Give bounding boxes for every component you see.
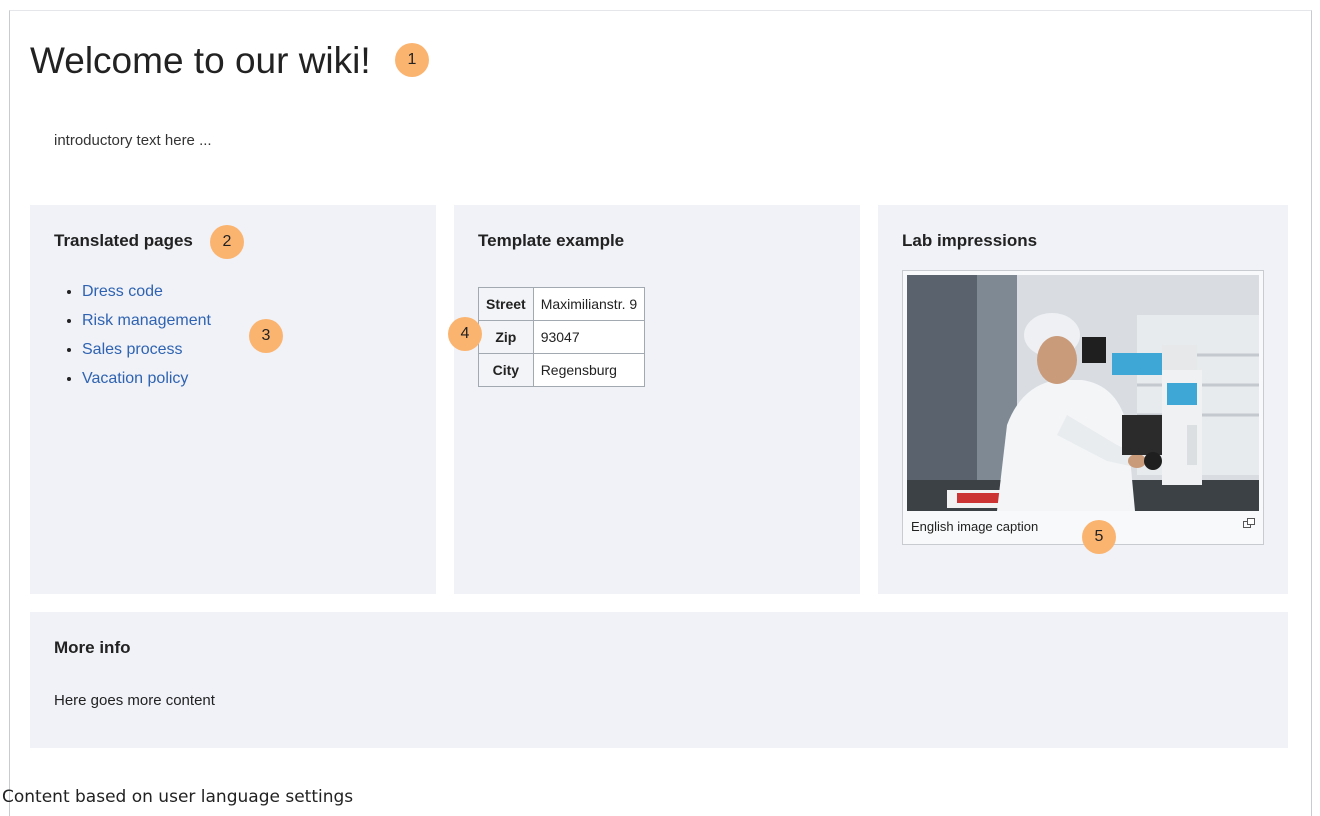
table-value-street: Maximilianstr. 9 <box>532 287 646 321</box>
translated-pages-list: Dress code Risk management Sales process… <box>62 277 211 393</box>
more-info-text: Here goes more content <box>54 692 215 709</box>
table-row: Street Maximilianstr. 9 <box>478 287 646 321</box>
template-table: Street Maximilianstr. 9 Zip 93047 City R… <box>478 287 646 387</box>
list-item: Sales process <box>82 335 211 364</box>
callout-marker-4: 4 <box>448 317 482 351</box>
table-value-city: Regensburg <box>532 353 646 387</box>
lab-photo[interactable] <box>907 275 1259 511</box>
translated-pages-heading: Translated pages <box>54 231 193 250</box>
callout-marker-1: 1 <box>395 43 429 77</box>
template-example-panel: Template example Street Maximilianstr. 9… <box>448 205 860 594</box>
link-sales-process[interactable]: Sales process <box>82 341 183 358</box>
table-key-zip: Zip <box>478 320 534 354</box>
list-item: Dress code <box>82 277 211 306</box>
image-thumbnail: English image caption <box>902 270 1264 545</box>
table-key-city: City <box>478 353 534 387</box>
table-row: Zip 93047 <box>478 320 646 354</box>
more-info-panel: More info Here goes more content <box>30 612 1288 748</box>
lab-impressions-heading: Lab impressions <box>902 231 1038 250</box>
list-item: Vacation policy <box>82 364 211 393</box>
table-row: City Regensburg <box>478 353 646 387</box>
intro-text: introductory text here ... <box>54 132 212 149</box>
table-key-street: Street <box>478 287 534 321</box>
page-title: Welcome to our wiki! <box>30 39 371 83</box>
figure-caption: Content based on user language settings <box>2 787 354 807</box>
list-item: Risk management <box>82 306 211 335</box>
enlarge-icon[interactable] <box>1243 518 1255 528</box>
image-caption: English image caption <box>911 519 1039 534</box>
callout-marker-2: 2 <box>210 225 244 259</box>
page-title-text: Welcome to our wiki! <box>30 40 371 81</box>
wiki-page: Welcome to our wiki! 1 introductory text… <box>9 10 1312 776</box>
frame-right-border <box>1311 776 1312 816</box>
link-dress-code[interactable]: Dress code <box>82 283 163 300</box>
table-value-zip: 93047 <box>532 320 646 354</box>
lab-impressions-panel: Lab impressions English image caption 5 <box>878 205 1288 594</box>
more-info-heading: More info <box>54 638 131 657</box>
template-example-heading: Template example <box>478 231 625 250</box>
link-vacation-policy[interactable]: Vacation policy <box>82 370 188 387</box>
callout-marker-5: 5 <box>1082 520 1116 554</box>
callout-marker-3: 3 <box>249 319 283 353</box>
link-risk-management[interactable]: Risk management <box>82 312 211 329</box>
translated-pages-panel: Translated pages 2 Dress code Risk manag… <box>30 205 436 594</box>
